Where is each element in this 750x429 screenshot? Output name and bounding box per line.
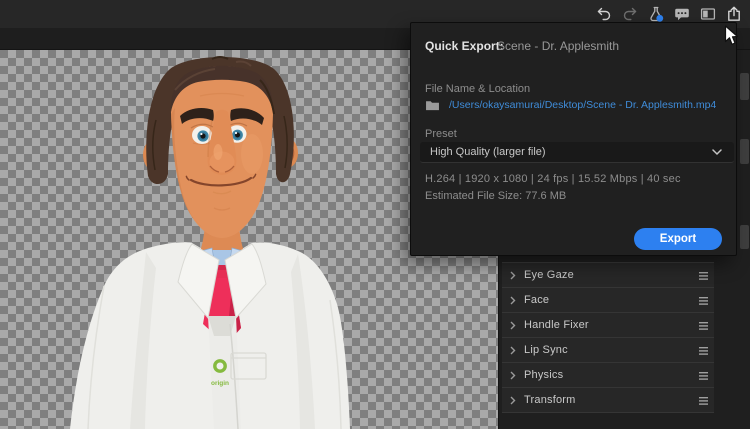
expand-chevron-icon[interactable] (510, 371, 516, 380)
quick-export-title: Quick Export: (425, 39, 504, 53)
export-button[interactable]: Export (634, 228, 722, 250)
file-path-row: /Users/okaysamurai/Desktop/Scene - Dr. A… (425, 99, 716, 111)
menu-icon[interactable] (699, 372, 708, 380)
behavior-label: Transform (524, 394, 576, 406)
menu-icon[interactable] (699, 272, 708, 280)
toolbar-icon-group (596, 6, 742, 22)
behavior-label: Lip Sync (524, 344, 568, 356)
behavior-label: Physics (524, 369, 564, 381)
estimated-file-size: Estimated File Size: 77.6 MB (425, 190, 567, 202)
quick-export-popup: Quick Export: Scene - Dr. Applesmith Fil… (410, 22, 737, 256)
behavior-row-transform[interactable]: Transform (502, 388, 714, 413)
behavior-label: Handle Fixer (524, 319, 589, 331)
preset-label: Preset (425, 128, 457, 140)
menu-icon[interactable] (699, 297, 708, 305)
scrollbar-thumb-segment[interactable] (740, 225, 749, 249)
behavior-row-lip-sync[interactable]: Lip Sync (502, 338, 714, 363)
expand-chevron-icon[interactable] (510, 346, 516, 355)
file-name-location-label: File Name & Location (425, 83, 531, 95)
menu-icon[interactable] (699, 397, 708, 405)
coat-badge-text: origin (211, 380, 229, 387)
chevron-down-icon (712, 149, 722, 156)
share-export-icon[interactable] (726, 6, 742, 22)
feedback-comments-icon[interactable] (674, 6, 690, 22)
export-file-path-link[interactable]: /Users/okaysamurai/Desktop/Scene - Dr. A… (449, 99, 716, 111)
behavior-label: Eye Gaze (524, 269, 574, 281)
expand-chevron-icon[interactable] (510, 321, 516, 330)
workspace-panel-icon[interactable] (700, 6, 716, 22)
behavior-row-physics[interactable]: Physics (502, 363, 714, 388)
menu-icon[interactable] (699, 347, 708, 355)
flask-notification-dot (656, 14, 664, 22)
folder-icon (426, 101, 439, 111)
preset-dropdown-value: High Quality (larger file) (430, 146, 546, 158)
expand-chevron-icon[interactable] (510, 296, 516, 305)
export-specs-line: H.264 | 1920 x 1080 | 24 fps | 15.52 Mbp… (425, 173, 681, 185)
undo-icon[interactable] (596, 6, 612, 22)
scrollbar-thumb-segment[interactable] (740, 139, 749, 164)
preset-dropdown[interactable]: High Quality (larger file) (420, 142, 734, 163)
scrollbar-thumb-segment[interactable] (740, 73, 749, 100)
expand-chevron-icon[interactable] (510, 271, 516, 280)
behavior-row-face[interactable]: Face (502, 288, 714, 313)
behaviors-list: Eye Gaze Face Handle Fixer Lip Sync Phys (502, 262, 714, 413)
menu-icon[interactable] (699, 322, 708, 330)
character-animator-window: origin Eye Gaze Face Handle Fixer Lip Sy… (0, 0, 750, 429)
test-flask-icon[interactable] (648, 6, 664, 22)
expand-chevron-icon[interactable] (510, 396, 516, 405)
behavior-row-handle-fixer[interactable]: Handle Fixer (502, 313, 714, 338)
redo-icon[interactable] (622, 6, 638, 22)
behavior-row-eye-gaze[interactable]: Eye Gaze (502, 263, 714, 288)
quick-export-scene-name: Scene - Dr. Applesmith (497, 39, 620, 53)
behavior-label: Face (524, 294, 550, 306)
